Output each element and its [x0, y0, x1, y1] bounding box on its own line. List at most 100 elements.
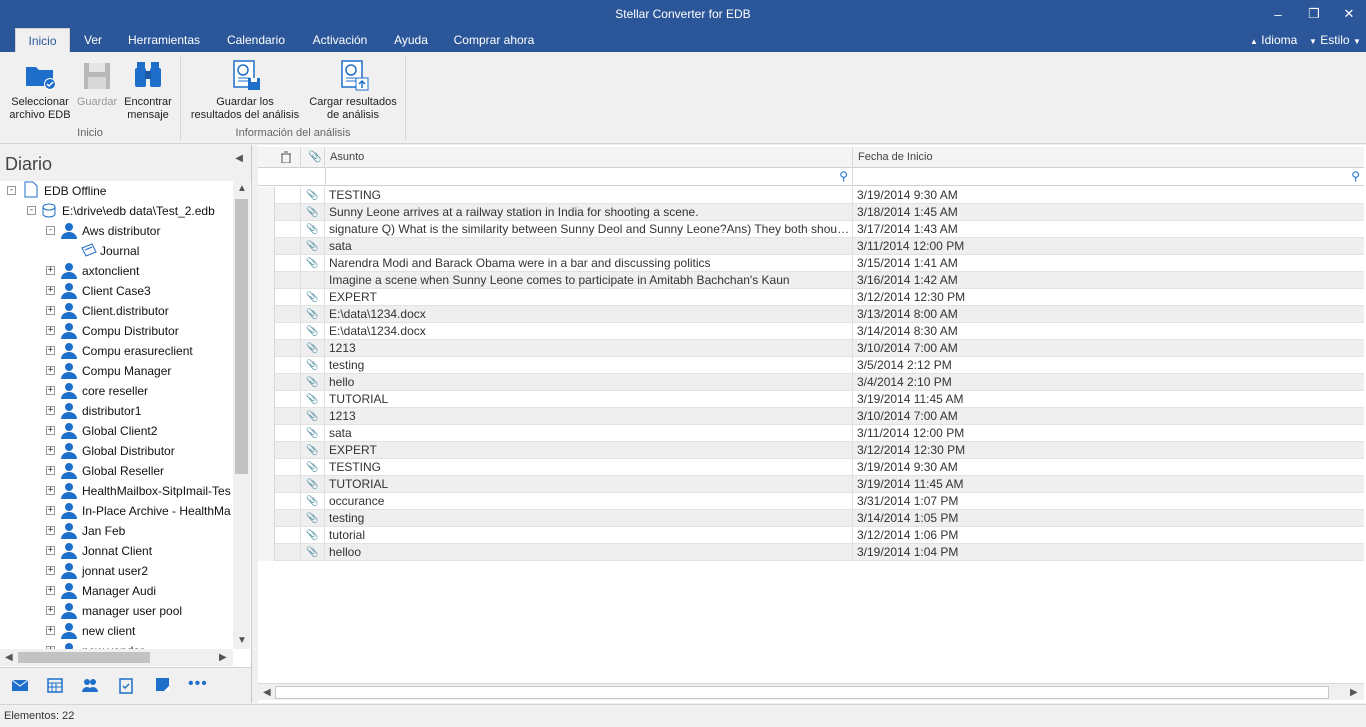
expand-icon[interactable]: + — [46, 426, 55, 435]
row-selector[interactable] — [258, 510, 275, 527]
row-selector[interactable] — [258, 493, 275, 510]
row-selector[interactable] — [258, 187, 275, 204]
collapse-icon[interactable]: - — [27, 206, 36, 215]
row-selector[interactable] — [258, 544, 275, 561]
load-scan-button[interactable]: Cargar resultados de análisis — [304, 58, 402, 122]
tab-comprar-ahora[interactable]: Comprar ahora — [448, 28, 540, 52]
tab-ver[interactable]: Ver — [76, 28, 110, 52]
expand-icon[interactable]: + — [46, 506, 55, 515]
tree-vertical-scrollbar[interactable]: ▲ ▼ — [233, 181, 250, 649]
notes-icon[interactable] — [154, 676, 172, 694]
table-row[interactable]: 📎 TUTORIAL 3/19/2014 11:45 AM — [258, 476, 1364, 493]
collapse-icon[interactable]: - — [7, 186, 16, 195]
row-selector[interactable] — [258, 221, 275, 238]
row-selector[interactable] — [258, 408, 275, 425]
expand-icon[interactable]: + — [46, 346, 55, 355]
table-row[interactable]: 📎 helloo 3/19/2014 1:04 PM — [258, 544, 1364, 561]
expand-icon[interactable]: + — [46, 606, 55, 615]
row-selector[interactable] — [258, 340, 275, 357]
expand-icon[interactable]: + — [46, 566, 55, 575]
expand-icon[interactable]: + — [46, 286, 55, 295]
row-selector[interactable] — [258, 374, 275, 391]
date-filter-input[interactable]: ⚲ — [853, 168, 1364, 186]
attachment-column-icon[interactable]: 📎 — [301, 147, 325, 168]
expand-icon[interactable]: + — [46, 466, 55, 475]
calendar-icon[interactable] — [46, 676, 64, 694]
table-row[interactable]: 📎 sata 3/11/2014 12:00 PM — [258, 238, 1364, 255]
table-row[interactable]: 📎 testing 3/14/2014 1:05 PM — [258, 510, 1364, 527]
save-button[interactable]: Guardar — [74, 58, 120, 109]
grid-horizontal-scrollbar[interactable]: ◀ ▶ — [258, 683, 1364, 700]
column-header-subject[interactable]: Asunto — [325, 147, 853, 168]
expand-icon[interactable]: + — [46, 526, 55, 535]
table-row[interactable]: 📎 EXPERT 3/12/2014 12:30 PM — [258, 442, 1364, 459]
table-row[interactable]: 📎 E:\data\1234.docx 3/13/2014 8:00 AM — [258, 306, 1364, 323]
table-row[interactable]: 📎 signature Q) What is the similarity bet… — [258, 221, 1364, 238]
expand-icon[interactable]: + — [46, 326, 55, 335]
expand-icon[interactable]: + — [46, 406, 55, 415]
table-row[interactable]: 📎 EXPERT 3/12/2014 12:30 PM — [258, 289, 1364, 306]
row-selector[interactable] — [258, 204, 275, 221]
table-row[interactable]: 📎 Narendra Modi and Barack Obama were in … — [258, 255, 1364, 272]
idioma-menu[interactable]: ▲ Idioma — [1250, 28, 1297, 52]
scroll-left-icon[interactable]: ◀ — [263, 687, 271, 698]
select-edb-button[interactable]: Seleccionar archivo EDB — [6, 58, 74, 122]
scroll-thumb[interactable] — [235, 199, 248, 474]
table-row[interactable]: 📎 TESTING 3/19/2014 9:30 AM — [258, 187, 1364, 204]
tab-ayuda[interactable]: Ayuda — [388, 28, 434, 52]
mail-icon[interactable] — [11, 676, 29, 694]
row-selector[interactable] — [258, 255, 275, 272]
close-icon[interactable]: ✕ — [1332, 0, 1366, 28]
row-selector[interactable] — [258, 476, 275, 493]
scroll-right-icon[interactable]: ▶ — [219, 652, 227, 663]
expand-icon[interactable]: + — [46, 386, 55, 395]
expand-icon[interactable]: + — [46, 626, 55, 635]
expand-icon[interactable]: + — [46, 306, 55, 315]
row-selector[interactable] — [258, 442, 275, 459]
search-icon[interactable]: ⚲ — [1351, 169, 1360, 183]
scroll-up-icon[interactable]: ▲ — [237, 183, 247, 194]
expand-icon[interactable]: + — [46, 486, 55, 495]
row-selector[interactable] — [258, 238, 275, 255]
table-row[interactable]: 📎 occurance 3/31/2014 1:07 PM — [258, 493, 1364, 510]
search-icon[interactable]: ⚲ — [839, 169, 848, 183]
minimize-icon[interactable]: – — [1261, 0, 1295, 28]
expand-icon[interactable]: + — [46, 366, 55, 375]
table-row[interactable]: Imagine a scene when Sunny Leone comes t… — [258, 272, 1364, 289]
row-selector[interactable] — [258, 527, 275, 544]
find-message-button[interactable]: Encontrar mensaje — [120, 58, 176, 122]
table-row[interactable]: 📎 Sunny Leone arrives at a railway statio… — [258, 204, 1364, 221]
table-row[interactable]: 📎 testing 3/5/2014 2:12 PM — [258, 357, 1364, 374]
table-row[interactable]: 📎 TUTORIAL 3/19/2014 11:45 AM — [258, 391, 1364, 408]
more-icon[interactable]: ••• — [188, 676, 207, 694]
expand-icon[interactable]: + — [46, 446, 55, 455]
collapse-pane-icon[interactable]: ◀ — [235, 153, 243, 164]
scroll-thumb[interactable] — [275, 686, 1329, 699]
table-row[interactable]: 📎 1213 3/10/2014 7:00 AM — [258, 408, 1364, 425]
table-row[interactable]: 📎 1213 3/10/2014 7:00 AM — [258, 340, 1364, 357]
row-selector[interactable] — [258, 425, 275, 442]
tab-herramientas[interactable]: Herramientas — [122, 28, 206, 52]
save-scan-button[interactable]: Guardar los resultados del análisis — [186, 58, 304, 122]
delete-column-icon[interactable] — [275, 147, 301, 168]
scroll-down-icon[interactable]: ▼ — [237, 635, 247, 646]
table-row[interactable]: 📎 hello 3/4/2014 2:10 PM — [258, 374, 1364, 391]
row-selector[interactable] — [258, 459, 275, 476]
tab-calendario[interactable]: Calendario — [220, 28, 292, 52]
subject-filter-input[interactable]: ⚲ — [325, 168, 853, 186]
table-row[interactable]: 📎 TESTING 3/19/2014 9:30 AM — [258, 459, 1364, 476]
tab-inicio[interactable]: Inicio — [15, 28, 70, 52]
contacts-icon[interactable] — [81, 676, 99, 694]
row-selector[interactable] — [258, 323, 275, 340]
scroll-thumb[interactable] — [18, 652, 150, 663]
row-selector[interactable] — [258, 357, 275, 374]
row-selector[interactable] — [258, 272, 275, 289]
row-selector[interactable] — [258, 391, 275, 408]
estilo-menu[interactable]: ▼ Estilo ▼ — [1309, 28, 1361, 52]
table-row[interactable]: 📎 tutorial 3/12/2014 1:06 PM — [258, 527, 1364, 544]
expand-icon[interactable]: + — [46, 546, 55, 555]
tab-activacion[interactable]: Activación — [306, 28, 374, 52]
expand-icon[interactable]: + — [46, 586, 55, 595]
restore-icon[interactable]: ❐ — [1297, 0, 1331, 28]
table-row[interactable]: 📎 sata 3/11/2014 12:00 PM — [258, 425, 1364, 442]
